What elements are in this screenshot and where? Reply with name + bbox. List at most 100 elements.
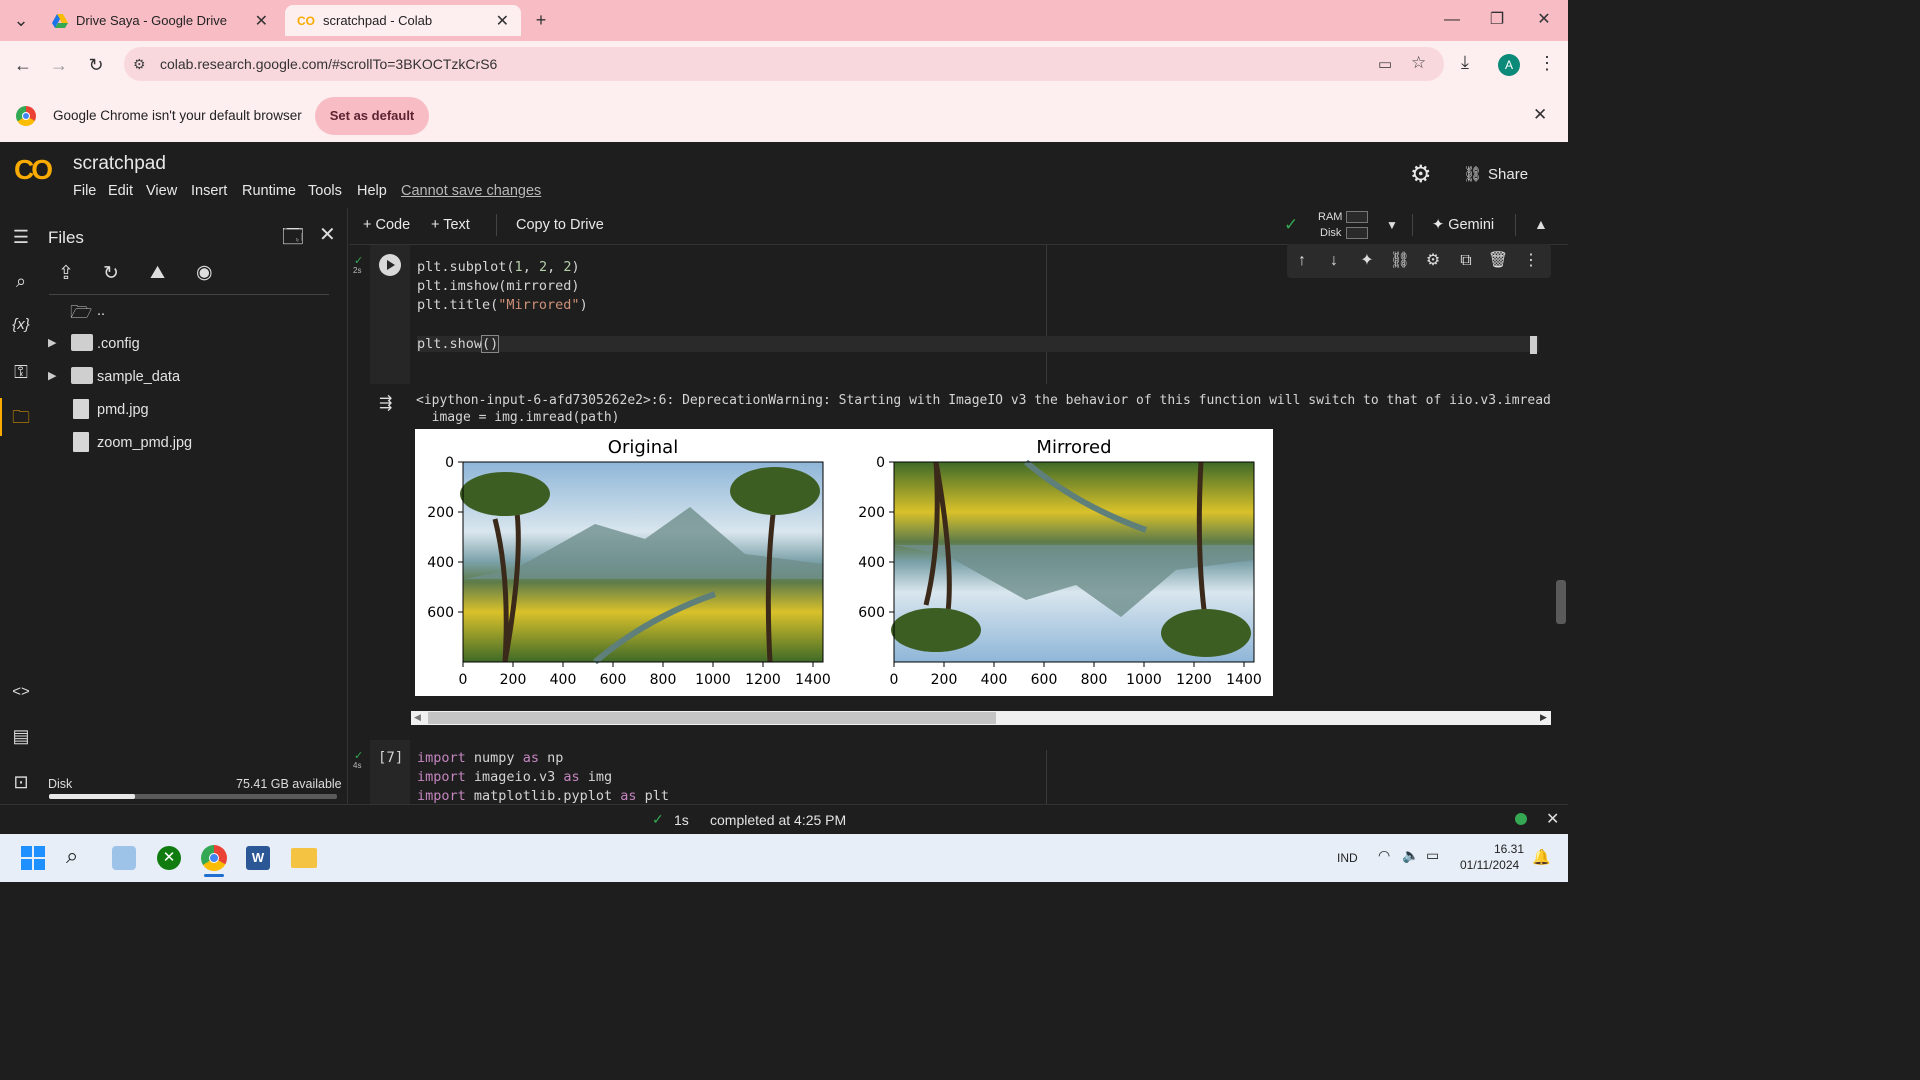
- copilot-app-icon[interactable]: [112, 846, 136, 870]
- chrome-app-icon[interactable]: [201, 845, 227, 871]
- secrets-key-icon[interactable]: ⚿: [8, 359, 34, 385]
- code-line-1: plt.subplot(1, 2, 2): [417, 259, 580, 275]
- run-cell-button[interactable]: [379, 254, 401, 276]
- close-tab-icon[interactable]: ✕: [496, 11, 509, 31]
- settings-gear-icon[interactable]: ⚙: [1410, 160, 1432, 189]
- back-icon[interactable]: ←: [10, 52, 36, 78]
- window-close-icon[interactable]: ✕: [1524, 8, 1564, 32]
- gemini-sparkle-icon[interactable]: ✦: [1356, 250, 1378, 272]
- scroll-right-icon[interactable]: ▶: [1540, 712, 1547, 723]
- profile-avatar[interactable]: A: [1498, 54, 1520, 76]
- menu-view[interactable]: View: [146, 183, 177, 199]
- tab-search-chevron-icon[interactable]: ⌄: [8, 7, 34, 33]
- link-cell-icon[interactable]: ⛓: [1389, 250, 1411, 272]
- side-rail: [0, 208, 42, 804]
- clock-date[interactable]: 01/11/2024: [1460, 858, 1519, 872]
- minimize-icon[interactable]: —: [1432, 8, 1472, 32]
- menu-help[interactable]: Help: [357, 183, 387, 199]
- infobar-close-icon[interactable]: ✕: [1533, 105, 1547, 125]
- terminal-icon[interactable]: ⊡: [8, 769, 34, 795]
- move-up-icon[interactable]: ↑: [1291, 250, 1313, 272]
- set-as-default-button[interactable]: Set as default: [315, 97, 429, 135]
- add-code-button[interactable]: + Code: [363, 217, 410, 233]
- output-actions-icon[interactable]: ⇶: [379, 393, 392, 413]
- mount-drive-icon[interactable]: ⛰: [150, 262, 165, 283]
- bookmark-star-icon[interactable]: ☆: [1411, 53, 1426, 73]
- mirror-cell-icon[interactable]: ⧉: [1455, 250, 1477, 272]
- chrome-menu-icon[interactable]: ⋮: [1538, 53, 1556, 74]
- file-item-sample-data[interactable]: sample_data: [97, 369, 180, 385]
- scroll-left-icon[interactable]: ◀: [414, 712, 421, 723]
- notifications-bell-icon[interactable]: 🔔: [1532, 848, 1551, 866]
- menu-runtime[interactable]: Runtime: [242, 183, 296, 199]
- cast-blocked-icon[interactable]: ▭: [1378, 55, 1392, 73]
- status-close-icon[interactable]: ✕: [1546, 809, 1559, 829]
- file-icon: [73, 399, 89, 419]
- taskbar-search-icon[interactable]: ⌕: [66, 843, 78, 869]
- tab-drive[interactable]: Drive Saya - Google Drive ✕: [40, 5, 280, 36]
- forward-icon[interactable]: →: [46, 52, 72, 78]
- file-item-zoom-pmd-jpg[interactable]: zoom_pmd.jpg: [97, 435, 192, 451]
- tree-canopy: [460, 472, 550, 516]
- copy-to-drive-button[interactable]: Copy to Drive: [516, 217, 604, 233]
- open-in-tab-icon[interactable]: 🗔: [282, 222, 304, 256]
- upload-file-icon[interactable]: ⇪: [58, 262, 74, 285]
- share-button[interactable]: ⛓ Share: [1463, 165, 1528, 183]
- scrollbar-thumb[interactable]: [428, 712, 996, 724]
- cell-settings-gear-icon[interactable]: ⚙: [1422, 250, 1444, 272]
- menu-edit[interactable]: Edit: [108, 183, 133, 199]
- close-panel-icon[interactable]: ✕: [319, 222, 336, 247]
- collapse-up-chevron-icon[interactable]: ▲: [1534, 216, 1548, 232]
- gemini-button[interactable]: ✦ Gemini: [1432, 217, 1494, 233]
- add-text-button[interactable]: + Text: [431, 217, 470, 233]
- battery-icon[interactable]: ▭: [1426, 847, 1439, 864]
- variables-icon[interactable]: {x}: [8, 312, 34, 338]
- download-icon[interactable]: ⤓: [1461, 52, 1469, 73]
- disk-meter[interactable]: [1346, 227, 1368, 239]
- menu-tools[interactable]: Tools: [308, 183, 342, 199]
- ram-meter[interactable]: [1346, 211, 1368, 223]
- status-completed[interactable]: completed at 4:25 PM: [710, 812, 846, 828]
- close-tab-icon[interactable]: ✕: [255, 11, 268, 31]
- expand-chevron-icon[interactable]: ▶: [48, 369, 56, 382]
- notebook-title[interactable]: scratchpad: [73, 153, 166, 175]
- y-tick-label: 0: [876, 455, 885, 471]
- file-item-config[interactable]: .config: [97, 336, 140, 352]
- more-options-icon[interactable]: ⋮: [1520, 250, 1542, 272]
- xbox-app-icon[interactable]: ✕: [157, 846, 181, 870]
- new-tab-icon[interactable]: +: [528, 7, 554, 33]
- reload-icon[interactable]: ↻: [83, 52, 109, 78]
- wifi-icon[interactable]: ◠: [1378, 847, 1390, 864]
- x-tick-label: 0: [459, 672, 468, 688]
- files-folder-icon[interactable]: 🗀: [8, 404, 34, 430]
- site-info-icon[interactable]: ⚙: [133, 56, 146, 73]
- url-text[interactable]: colab.research.google.com/#scrollTo=3BKO…: [160, 56, 497, 72]
- word-app-icon[interactable]: W: [246, 846, 270, 870]
- clock-time[interactable]: 16.31: [1494, 842, 1524, 856]
- x-tick-label: 200: [931, 672, 958, 688]
- file-item-parent[interactable]: ..: [97, 303, 105, 319]
- colab-logo[interactable]: CO: [14, 154, 53, 186]
- file-item-pmd-jpg[interactable]: pmd.jpg: [97, 402, 149, 418]
- restore-icon[interactable]: ❐: [1477, 8, 1517, 32]
- command-palette-icon[interactable]: ▤: [8, 723, 34, 749]
- expand-chevron-icon[interactable]: ▶: [48, 336, 56, 349]
- code-snippets-icon[interactable]: <>: [8, 679, 34, 705]
- search-icon[interactable]: ⌕: [8, 268, 34, 294]
- delete-trash-icon[interactable]: 🗑: [1487, 250, 1509, 272]
- show-hidden-eye-icon[interactable]: ◉: [196, 261, 213, 284]
- table-of-contents-icon[interactable]: ☰: [8, 224, 34, 250]
- code-line-1: import numpy as np: [417, 750, 564, 766]
- cannot-save-link[interactable]: Cannot save changes: [401, 183, 541, 199]
- tab-colab[interactable]: CO scratchpad - Colab ✕: [285, 5, 521, 36]
- page-scrollbar-thumb[interactable]: [1556, 580, 1566, 624]
- move-down-icon[interactable]: ↓: [1323, 250, 1345, 272]
- refresh-icon[interactable]: ↻: [103, 262, 119, 285]
- language-indicator[interactable]: IND: [1337, 851, 1358, 865]
- volume-icon[interactable]: 🔈: [1402, 847, 1419, 864]
- file-explorer-icon[interactable]: [291, 848, 317, 868]
- menu-insert[interactable]: Insert: [191, 183, 227, 199]
- menu-file[interactable]: File: [73, 183, 96, 199]
- windows-start-icon[interactable]: [21, 846, 45, 870]
- runtime-dropdown-chevron-icon[interactable]: ▼: [1386, 218, 1398, 232]
